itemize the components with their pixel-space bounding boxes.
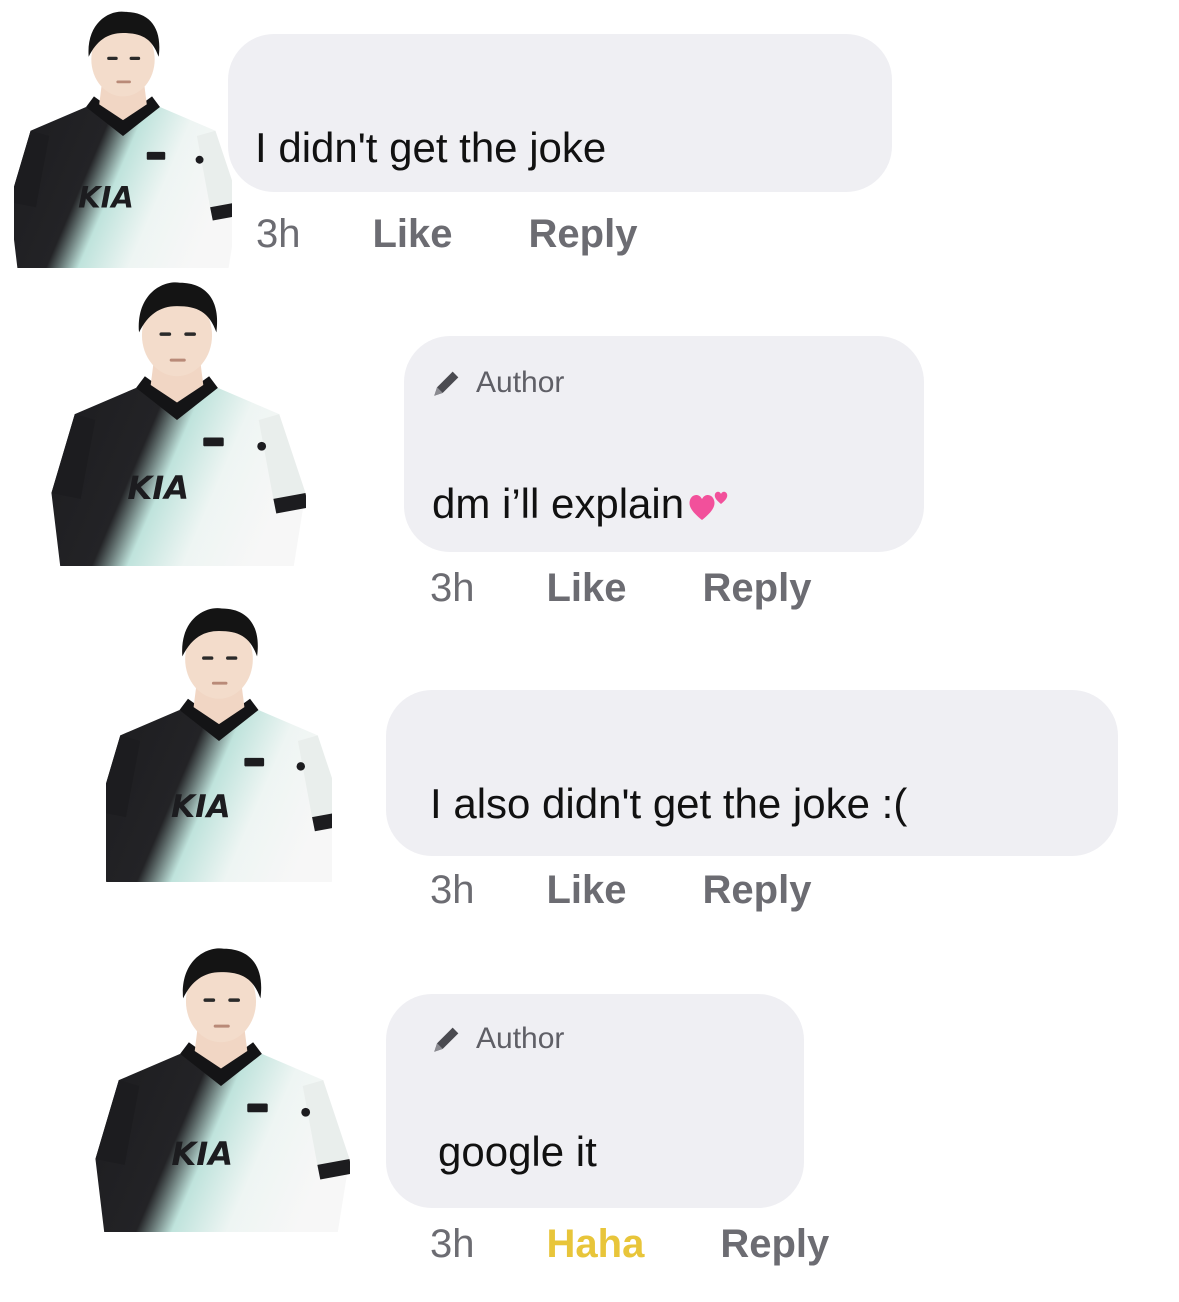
avatar[interactable] [106,600,332,882]
reply-button[interactable]: Reply [703,566,812,611]
author-label: Author [476,366,565,399]
avatar[interactable] [48,274,306,566]
like-button[interactable]: Like [373,212,453,257]
timestamp: 3h [430,1222,475,1266]
author-badge: Author [430,1022,564,1056]
author-badge: Author [430,366,564,400]
comment-actions: 3h Like Reply [430,868,811,913]
like-button[interactable]: Like [547,566,627,611]
reply-button[interactable]: Reply [703,868,812,913]
comment-text: dm i’ll explain [432,480,732,528]
timestamp: 3h [430,566,475,610]
reply-button[interactable]: Reply [529,212,638,257]
two-hearts-icon [689,491,728,520]
pencil-icon [434,371,459,396]
avatar[interactable] [92,940,350,1232]
like-button[interactable]: Like [547,868,627,913]
comment-bubble [386,690,1118,856]
timestamp: 3h [256,212,301,256]
comment-text: I didn't get the joke [255,124,607,171]
avatar[interactable] [14,4,232,268]
pencil-icon [434,1027,459,1052]
comment-text: I also didn't get the joke :( [430,780,908,827]
author-label: Author [476,1022,565,1055]
haha-reaction-button[interactable]: Haha [547,1222,645,1267]
comment-actions: 3h Haha Reply [430,1222,829,1267]
comment-actions: 3h Like Reply [430,566,811,611]
reply-button[interactable]: Reply [720,1222,829,1267]
comment-text-content: dm i’ll explain [432,480,685,527]
timestamp: 3h [430,868,475,912]
comment-text: google it [438,1128,597,1175]
comment-actions: 3h Like Reply [256,212,637,257]
